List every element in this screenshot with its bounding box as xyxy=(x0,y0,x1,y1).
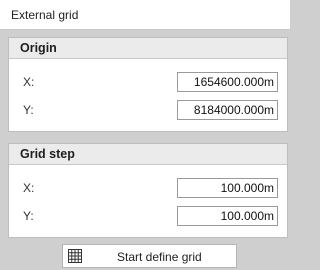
grid-step-x-row: X: xyxy=(9,178,287,198)
panel-titlebar: External grid xyxy=(0,0,290,30)
start-define-grid-label: Start define grid xyxy=(117,250,202,264)
origin-heading: Origin xyxy=(20,41,57,55)
grid-step-y-label: Y: xyxy=(23,209,34,223)
origin-y-label: Y: xyxy=(23,103,34,117)
origin-x-input[interactable] xyxy=(177,72,278,92)
grid-step-header: Grid step xyxy=(9,144,287,165)
origin-y-row: Y: xyxy=(9,100,287,120)
grid-step-x-input[interactable] xyxy=(177,178,278,198)
grid-step-y-row: Y: xyxy=(9,206,287,226)
origin-header: Origin xyxy=(9,38,287,59)
grid-step-y-input[interactable] xyxy=(177,206,278,226)
grid-step-group: Grid step X: Y: xyxy=(8,143,288,238)
panel-title: External grid xyxy=(11,8,79,22)
start-define-grid-button[interactable]: Start define grid xyxy=(62,244,237,268)
grid-step-x-label: X: xyxy=(23,181,35,195)
origin-group: Origin X: Y: xyxy=(8,37,288,132)
origin-x-row: X: xyxy=(9,72,287,92)
grid-icon xyxy=(68,249,82,263)
grid-step-heading: Grid step xyxy=(20,147,75,161)
origin-x-label: X: xyxy=(23,75,35,89)
origin-y-input[interactable] xyxy=(177,100,278,120)
